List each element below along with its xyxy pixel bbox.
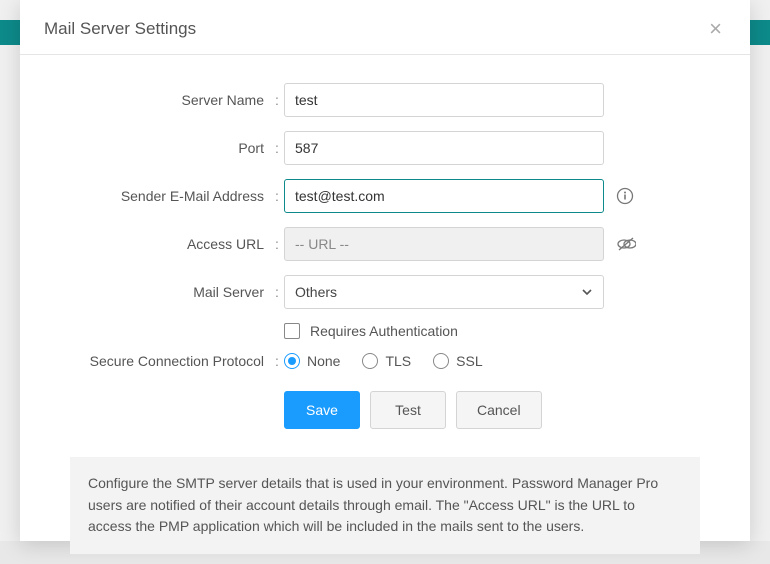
row-requires-auth: Requires Authentication bbox=[284, 323, 720, 339]
close-icon[interactable]: × bbox=[705, 18, 726, 40]
requires-auth-label: Requires Authentication bbox=[310, 323, 458, 339]
help-text: Configure the SMTP server details that i… bbox=[70, 457, 700, 554]
mail-server-settings-modal: Mail Server Settings × Server Name : Por… bbox=[20, 0, 750, 541]
button-row: Save Test Cancel bbox=[284, 391, 720, 429]
label-sender-email: Sender E-Mail Address bbox=[50, 188, 270, 204]
label-access-url: Access URL bbox=[50, 236, 270, 252]
port-input[interactable] bbox=[284, 131, 604, 165]
radio-none[interactable]: None bbox=[284, 353, 340, 369]
row-sender-email: Sender E-Mail Address : bbox=[50, 179, 720, 213]
test-button[interactable]: Test bbox=[370, 391, 446, 429]
row-server-name: Server Name : bbox=[50, 83, 720, 117]
hidden-icon[interactable] bbox=[616, 236, 636, 252]
chevron-down-icon bbox=[581, 286, 593, 298]
radio-ssl-label: SSL bbox=[456, 353, 482, 369]
row-port: Port : bbox=[50, 131, 720, 165]
mail-server-selected: Others bbox=[295, 284, 337, 300]
secure-protocol-radio-group: None TLS SSL bbox=[284, 353, 483, 369]
requires-auth-checkbox[interactable] bbox=[284, 323, 300, 339]
radio-ssl-button bbox=[433, 353, 449, 369]
mail-server-select[interactable]: Others bbox=[284, 275, 604, 309]
label-server-name: Server Name bbox=[50, 92, 270, 108]
row-access-url: Access URL : bbox=[50, 227, 720, 261]
radio-tls-label: TLS bbox=[385, 353, 411, 369]
radio-tls-button bbox=[362, 353, 378, 369]
cancel-button[interactable]: Cancel bbox=[456, 391, 542, 429]
access-url-input bbox=[284, 227, 604, 261]
save-button[interactable]: Save bbox=[284, 391, 360, 429]
modal-title: Mail Server Settings bbox=[44, 19, 196, 39]
modal-header: Mail Server Settings × bbox=[20, 0, 750, 55]
info-icon[interactable] bbox=[616, 187, 634, 205]
row-mail-server: Mail Server : Others bbox=[50, 275, 720, 309]
radio-tls[interactable]: TLS bbox=[362, 353, 411, 369]
label-secure-protocol: Secure Connection Protocol bbox=[50, 353, 270, 369]
row-secure-protocol: Secure Connection Protocol : None TLS SS… bbox=[50, 353, 720, 369]
radio-ssl[interactable]: SSL bbox=[433, 353, 482, 369]
label-mail-server: Mail Server bbox=[50, 284, 270, 300]
sender-email-input[interactable] bbox=[284, 179, 604, 213]
label-port: Port bbox=[50, 140, 270, 156]
radio-none-button bbox=[284, 353, 300, 369]
server-name-input[interactable] bbox=[284, 83, 604, 117]
modal-body: Server Name : Port : Sender E-Mail Addre… bbox=[20, 55, 750, 564]
radio-none-label: None bbox=[307, 353, 340, 369]
